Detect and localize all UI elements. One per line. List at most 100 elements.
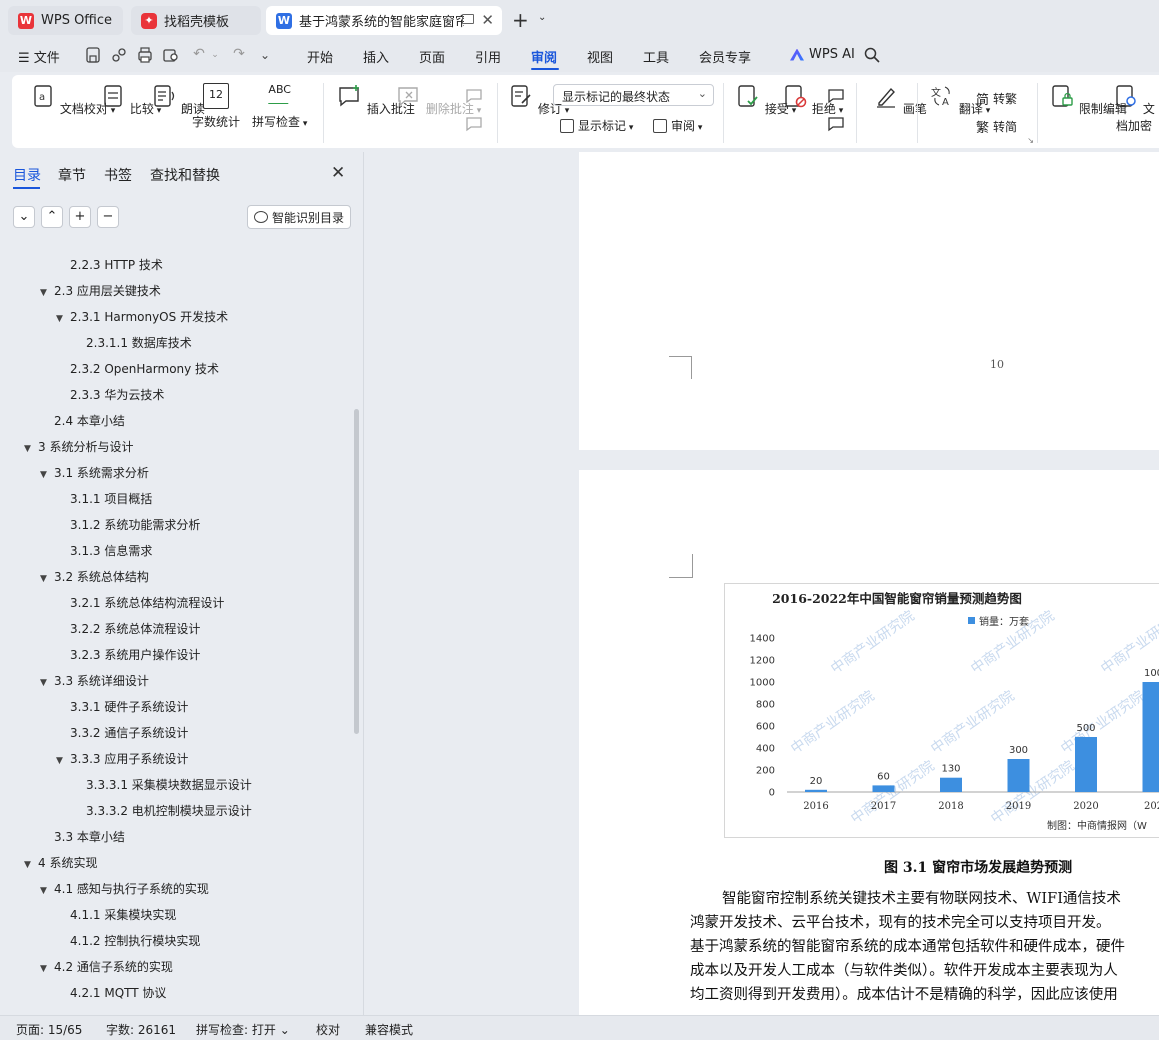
toc-item[interactable]: ▼2.3 应用层关键技术 bbox=[40, 278, 161, 304]
tab-review[interactable]: 审阅 bbox=[531, 47, 557, 66]
word-count-indicator[interactable]: 字数: 26161 bbox=[106, 1021, 176, 1038]
tab-insert[interactable]: 插入 bbox=[363, 47, 389, 66]
collapse-up-button[interactable]: ⌃ bbox=[41, 206, 63, 228]
toc-item[interactable]: 3.1.1 项目概括 bbox=[56, 486, 152, 512]
nav-tab-bookmarks[interactable]: 书签 bbox=[104, 165, 132, 185]
restrict-edit-icon bbox=[1049, 83, 1075, 109]
expand-triangle-icon[interactable]: ▼ bbox=[40, 566, 54, 592]
file-menu-button[interactable]: ☰ 文件 bbox=[18, 47, 60, 66]
close-icon[interactable]: ✕ bbox=[481, 11, 494, 29]
toc-item-label: 3.3.2 通信子系统设计 bbox=[70, 726, 188, 740]
toc-item[interactable]: 2.3.1.1 数据库技术 bbox=[72, 330, 192, 356]
toc-item[interactable]: 2.2.3 HTTP 技术 bbox=[56, 252, 163, 278]
expand-triangle-icon[interactable]: ▼ bbox=[40, 670, 54, 696]
toc-item[interactable]: 3.3 本章小结 bbox=[40, 824, 125, 850]
expand-triangle-icon[interactable]: ▼ bbox=[24, 436, 38, 462]
tab-docer-templates[interactable]: ✦ 找稻壳模板 bbox=[131, 6, 261, 35]
toc-item[interactable]: ▼3.1 系统需求分析 bbox=[40, 460, 149, 486]
tab-home[interactable]: 开始 bbox=[307, 47, 333, 66]
print-icon[interactable] bbox=[136, 46, 154, 64]
more-chevron-icon[interactable]: ⌄ bbox=[256, 48, 274, 66]
chevron-down-icon[interactable]: ⌄ bbox=[206, 50, 224, 68]
next-change-icon[interactable] bbox=[826, 115, 846, 133]
review-pane-button[interactable]: 审阅 bbox=[653, 117, 702, 134]
expand-triangle-icon[interactable]: ▼ bbox=[40, 878, 54, 904]
toc-item[interactable]: 3.3.1 硬件子系统设计 bbox=[56, 694, 188, 720]
doc-encrypt-button[interactable]: 文档加密 bbox=[1109, 83, 1159, 134]
toc-item[interactable]: 3.1.3 信息需求 bbox=[56, 538, 152, 564]
smart-toc-button[interactable]: 智能识别目录 bbox=[247, 205, 351, 229]
previous-comment-icon[interactable] bbox=[464, 87, 484, 105]
to-simplified-button[interactable]: 繁 转简 bbox=[976, 117, 1017, 136]
next-comment-icon[interactable] bbox=[464, 115, 484, 133]
toc-item[interactable]: 2.3.2 OpenHarmony 技术 bbox=[56, 356, 219, 382]
toc-item[interactable]: 4.1.2 控制执行模块实现 bbox=[56, 928, 200, 954]
toc-item[interactable]: 3.2.2 系统总体流程设计 bbox=[56, 616, 200, 642]
toc-item[interactable]: 4.2.1 MQTT 协议 bbox=[56, 980, 166, 1006]
previous-change-icon[interactable] bbox=[826, 87, 846, 105]
toc-item[interactable]: 3.2.1 系统总体结构流程设计 bbox=[56, 590, 224, 616]
share-icon[interactable] bbox=[110, 46, 128, 64]
toc-item[interactable]: ▼3.3 系统详细设计 bbox=[40, 668, 149, 694]
nav-tab-find-replace[interactable]: 查找和替换 bbox=[150, 165, 220, 185]
wps-ai-button[interactable]: WPS AI bbox=[790, 47, 855, 62]
expand-triangle-icon[interactable]: ▼ bbox=[40, 462, 54, 488]
nav-tab-indicator bbox=[13, 187, 40, 189]
expand-triangle-icon[interactable]: ▼ bbox=[56, 748, 70, 774]
toc-item[interactable]: 3.1.2 系统功能需求分析 bbox=[56, 512, 200, 538]
markup-state-select[interactable]: 显示标记的最终状态 ⌄ bbox=[553, 84, 714, 106]
expand-triangle-icon[interactable]: ▼ bbox=[24, 852, 38, 878]
print-preview-icon[interactable] bbox=[162, 46, 180, 64]
toc-item[interactable]: ▼3.2 系统总体结构 bbox=[40, 564, 149, 590]
search-icon[interactable] bbox=[864, 47, 880, 63]
toc-item[interactable]: 3.2.3 系统用户操作设计 bbox=[56, 642, 200, 668]
save-icon[interactable] bbox=[84, 46, 102, 64]
toc-item[interactable]: ▼4.1 感知与执行子系统的实现 bbox=[40, 876, 209, 902]
toc-item[interactable]: 3.3.3.1 采集模块数据显示设计 bbox=[72, 772, 252, 798]
new-tab-plus-icon[interactable]: + bbox=[512, 8, 529, 32]
toc-item[interactable]: 4.1.1 采集模块实现 bbox=[56, 902, 176, 928]
toc-item[interactable]: 2.4 本章小结 bbox=[40, 408, 125, 434]
tab-member[interactable]: 会员专享 bbox=[699, 47, 751, 66]
tab-wps-office[interactable]: W WPS Office bbox=[8, 6, 123, 35]
document-page[interactable]: 中商产业研究院中商产业研究院中商产业研究院中商产业研究院中商产业研究院中商产业研… bbox=[579, 470, 1159, 1015]
show-markup-button[interactable]: 显示标记 bbox=[560, 117, 633, 134]
nav-tab-toc[interactable]: 目录 bbox=[13, 165, 41, 185]
collapse-button[interactable]: − bbox=[97, 206, 119, 228]
collapse-down-button[interactable]: ⌄ bbox=[13, 206, 35, 228]
proof-indicator[interactable]: 校对 bbox=[316, 1021, 340, 1038]
toc-item[interactable]: ▼2.3.1 HarmonyOS 开发技术 bbox=[56, 304, 228, 330]
toc-item[interactable]: 2.3.3 华为云技术 bbox=[56, 382, 164, 408]
toc-item[interactable]: 3.3.2 通信子系统设计 bbox=[56, 720, 188, 746]
spell-check-button[interactable]: ABC 拼写检查 bbox=[252, 83, 307, 130]
chevron-down-icon[interactable]: ⌄ bbox=[538, 12, 546, 23]
tab-tools[interactable]: 工具 bbox=[643, 47, 669, 66]
close-icon[interactable]: ✕ bbox=[331, 163, 345, 183]
nav-scrollbar[interactable] bbox=[354, 409, 359, 734]
toc-item[interactable]: ▼4 系统实现 bbox=[24, 850, 97, 876]
nav-tab-sections[interactable]: 章节 bbox=[58, 165, 86, 185]
screen-icon[interactable] bbox=[462, 14, 474, 24]
redo-icon[interactable]: ↷ bbox=[230, 46, 248, 64]
toc-item[interactable]: 3.3.3.2 电机控制模块显示设计 bbox=[72, 798, 252, 824]
tab-references[interactable]: 引用 bbox=[475, 47, 501, 66]
expand-triangle-icon[interactable]: ▼ bbox=[40, 956, 54, 982]
toc-item[interactable]: ▼4.2 通信子系统的实现 bbox=[40, 954, 173, 980]
pen-button[interactable]: 画笔 bbox=[873, 83, 927, 117]
page-indicator[interactable]: 页面: 15/65 bbox=[16, 1021, 82, 1038]
ribbon-expand-icon[interactable]: ↘ bbox=[1027, 136, 1034, 145]
tab-view[interactable]: 视图 bbox=[587, 47, 613, 66]
sales-forecast-chart[interactable]: 中商产业研究院中商产业研究院中商产业研究院中商产业研究院中商产业研究院中商产业研… bbox=[724, 583, 1159, 838]
expand-triangle-icon[interactable]: ▼ bbox=[56, 306, 70, 332]
tab-page[interactable]: 页面 bbox=[419, 47, 445, 66]
expand-button[interactable]: + bbox=[69, 206, 91, 228]
word-count-button[interactable]: 12 字数统计 bbox=[192, 83, 240, 130]
to-traditional-button[interactable]: 简 转繁 bbox=[976, 89, 1017, 108]
tab-current-document[interactable]: W 基于鸿蒙系统的智能家庭窗帘控制系统 ✕ bbox=[266, 6, 502, 35]
document-page[interactable]: 10 bbox=[579, 152, 1159, 450]
expand-triangle-icon[interactable]: ▼ bbox=[40, 280, 54, 306]
toc-item[interactable]: ▼3.3.3 应用子系统设计 bbox=[56, 746, 188, 772]
spell-check-indicator[interactable]: 拼写检查: 打开 ⌄ bbox=[196, 1021, 290, 1038]
figure-caption: 图 3.1 窗帘市场发展趋势预测 bbox=[884, 857, 1072, 877]
toc-item[interactable]: ▼3 系统分析与设计 bbox=[24, 434, 133, 460]
